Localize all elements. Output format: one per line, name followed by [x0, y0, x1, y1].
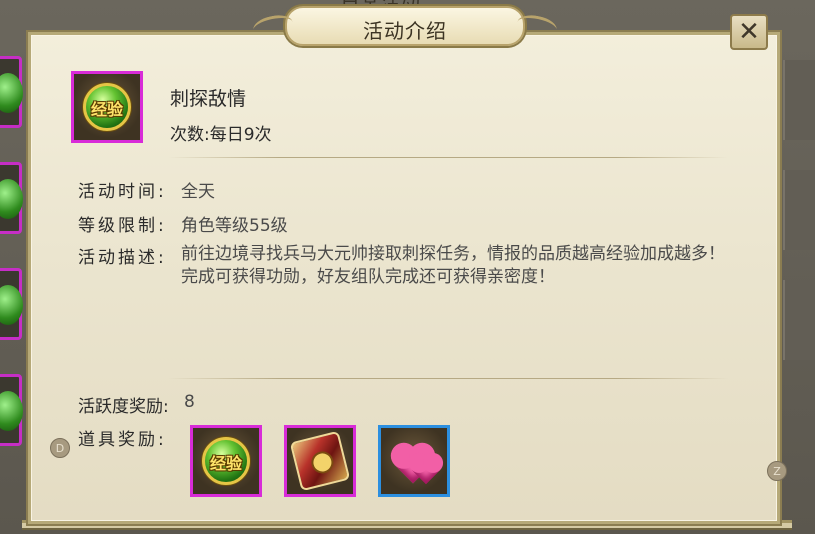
- time-label: 活动时间:: [78, 182, 167, 202]
- background-slot[interactable]: [0, 268, 23, 340]
- time-value: 全天: [181, 182, 215, 202]
- close-button[interactable]: ✕: [730, 14, 768, 50]
- desc-value: 前往边境寻找兵马大元帅接取刺探任务，情报的品质越高经验加成越多！完成可获得功勋，…: [181, 244, 725, 287]
- activity-icon-slot: 经验: [71, 71, 143, 143]
- exp-orb-label: 经验: [209, 454, 242, 473]
- activity-points-value: 8: [184, 392, 195, 412]
- reward-item-slot[interactable]: [378, 425, 450, 497]
- level-label: 等级限制:: [78, 216, 167, 236]
- exp-orb-icon: [0, 391, 23, 431]
- level-value: 角色等级55级: [181, 216, 288, 236]
- background-side-tab: [783, 60, 815, 140]
- activity-points-label: 活跃度奖励:: [78, 397, 169, 417]
- scroll-badge-icon: [289, 430, 351, 492]
- background-slot[interactable]: [0, 162, 23, 234]
- exp-orb-label: 经验: [90, 100, 123, 119]
- reward-item-slot[interactable]: 经验: [190, 425, 262, 497]
- pink-hearts-icon: [386, 436, 442, 488]
- exp-orb-icon: [0, 179, 23, 219]
- background-slot[interactable]: [0, 374, 23, 446]
- background-slot[interactable]: [0, 56, 23, 128]
- desc-label: 活动描述:: [78, 248, 167, 268]
- exp-orb-icon: [0, 73, 23, 113]
- divider: [168, 378, 728, 379]
- activity-name: 刺探敌情: [170, 88, 247, 110]
- exp-orb-icon: [0, 285, 23, 325]
- corner-badge-right: Z: [767, 461, 787, 481]
- exp-orb-icon: 经验: [83, 83, 131, 131]
- background-side-tab: [783, 280, 815, 360]
- corner-badge-left: D: [50, 438, 70, 458]
- activity-count: 次数:每日9次: [170, 125, 272, 145]
- item-rewards-label: 道具奖励:: [78, 430, 167, 450]
- background-side-tab: [783, 170, 815, 250]
- reward-item-slot[interactable]: [284, 425, 356, 497]
- divider: [168, 157, 728, 158]
- dialog-title-plate: 活动介绍: [251, 6, 559, 46]
- dialog-title: 活动介绍: [363, 19, 447, 43]
- exp-orb-icon: 经验: [202, 437, 250, 485]
